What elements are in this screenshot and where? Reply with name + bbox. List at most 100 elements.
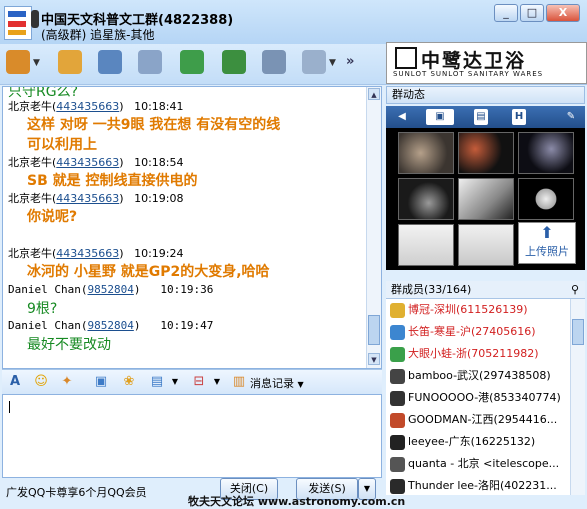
- chevron-down-icon[interactable]: ▼: [166, 373, 184, 391]
- chevron-down-icon: ▼: [297, 380, 304, 389]
- magic-face-icon[interactable]: ✦: [58, 373, 76, 391]
- sender-name: 北京老牛: [8, 156, 52, 169]
- more-icon[interactable]: »: [346, 54, 354, 69]
- member-name: bamboo-武汉(297438508): [408, 369, 551, 382]
- mail-icon[interactable]: [180, 50, 204, 74]
- sender-qq-link[interactable]: 443435663: [56, 192, 119, 205]
- message-header: 北京老牛(443435663) 10:18:54: [8, 156, 184, 169]
- member-avatar: [390, 346, 405, 362]
- member-item[interactable]: FUNOOOOO-港(853340774): [390, 387, 570, 409]
- member-item[interactable]: leeyee-广东(16225132): [390, 431, 570, 453]
- photo-thumbnail[interactable]: [518, 132, 574, 174]
- message-header: 北京老牛(443435663) 10:19:08: [8, 192, 184, 205]
- history-icon[interactable]: ▥: [230, 373, 248, 391]
- message-text: 可以利用上: [27, 137, 97, 153]
- chat-history[interactable]: 只守RG么? 北京老牛(443435663) 10:18:41 这样 对呀 一共…: [2, 86, 382, 369]
- folder-icon[interactable]: [58, 50, 82, 74]
- message-history-button[interactable]: 消息记录 ▼: [250, 375, 304, 391]
- settings-wrench-icon[interactable]: ✎: [564, 109, 578, 125]
- message-text: 最好不要改动: [27, 337, 111, 353]
- member-item[interactable]: 博冠-深圳(611526139): [390, 299, 570, 321]
- message-header: Daniel Chan(9852804) 10:19:47: [8, 319, 214, 332]
- member-item[interactable]: 大眼小蛙-浙(705211982): [390, 343, 570, 365]
- window-subtitle: (高级群) 追星族-其他: [41, 28, 155, 42]
- banner-brand-cn: 中鹭达卫浴: [421, 50, 527, 72]
- member-avatar: [390, 412, 405, 428]
- member-name: leeyee-广东(16225132): [408, 435, 536, 448]
- photo-thumbnail[interactable]: [518, 178, 574, 220]
- scroll-up-icon[interactable]: ▲: [368, 88, 380, 100]
- chevron-down-icon[interactable]: ▼: [208, 373, 226, 391]
- sender-name: 北京老牛: [8, 192, 52, 205]
- image-icon[interactable]: ▣: [92, 373, 110, 391]
- member-name: quanta - 北京 <itelescope...: [408, 457, 560, 470]
- photo-thumbnail[interactable]: [398, 132, 454, 174]
- member-name: FUNOOOOO-港(853340774): [408, 391, 561, 404]
- sender-qq-link[interactable]: 443435663: [56, 100, 119, 113]
- member-item[interactable]: Thunder lee-洛阳(402231...: [390, 475, 570, 495]
- sender-qq-link[interactable]: 443435663: [56, 247, 119, 260]
- photo-thumbnail[interactable]: [458, 132, 514, 174]
- banner-brand-en: SUNLOT SUNLOT SANITARY WARES: [393, 70, 544, 78]
- banner-ad[interactable]: 中鹭达卫浴 SUNLOT SUNLOT SANITARY WARES: [386, 42, 587, 84]
- scroll-thumb[interactable]: [368, 315, 380, 345]
- search-icon[interactable]: ⚲: [571, 281, 579, 299]
- font-icon[interactable]: A: [6, 373, 24, 391]
- group-status-header: 群动态: [386, 86, 585, 104]
- settings-icon[interactable]: ⊟: [190, 373, 208, 391]
- add-icon[interactable]: [222, 50, 246, 74]
- promo-link[interactable]: 广发QQ卡尊享6个月QQ会员: [6, 484, 147, 500]
- gift-icon[interactable]: ❀: [120, 373, 138, 391]
- photo-thumbnail[interactable]: [398, 224, 454, 266]
- sender-qq-link[interactable]: 443435663: [56, 156, 119, 169]
- chat-scrollbar[interactable]: ▲ ▼: [366, 87, 381, 368]
- member-avatar: [390, 478, 405, 494]
- message-text: 冰河的 小星野 就是GP2的大变身,哈哈: [27, 264, 270, 280]
- sender-name: Daniel Chan: [8, 319, 81, 332]
- sender-qq-link[interactable]: 9852804: [87, 283, 133, 296]
- member-item[interactable]: GOODMAN-江西(2954416...: [390, 409, 570, 431]
- chevron-down-icon[interactable]: ▼: [329, 58, 336, 68]
- album-tab-icon[interactable]: ▣: [426, 109, 454, 125]
- member-name: GOODMAN-江西(2954416...: [408, 413, 558, 426]
- message-time: 10:18:54: [134, 156, 184, 169]
- sender-name: Daniel Chan: [8, 283, 81, 296]
- upload-photo-label: 上传照片: [525, 245, 569, 258]
- card-icon[interactable]: [138, 50, 162, 74]
- chevron-down-icon[interactable]: ▼: [33, 58, 40, 68]
- help-tab-icon[interactable]: H: [512, 109, 526, 125]
- message-text: SB 就是 控制线直接供电的: [27, 173, 198, 189]
- scroll-thumb[interactable]: [572, 319, 584, 345]
- tools-icon[interactable]: [262, 50, 286, 74]
- member-item[interactable]: 长笛-寒星-沪(27405616): [390, 321, 570, 343]
- member-avatar: [390, 456, 405, 472]
- screenshot-icon[interactable]: ▤: [148, 373, 166, 391]
- sender-qq-link[interactable]: 9852804: [87, 319, 133, 332]
- smiley-icon[interactable]: ☺: [32, 373, 50, 391]
- members-header: 群成员(33/164) ⚲: [386, 281, 585, 299]
- close-window-button[interactable]: X: [546, 4, 580, 22]
- message-time: 10:19:47: [160, 319, 214, 332]
- document-icon[interactable]: [98, 50, 122, 74]
- prev-icon[interactable]: ◀: [396, 109, 408, 125]
- member-item[interactable]: quanta - 北京 <itelescope...: [390, 453, 570, 475]
- home-icon[interactable]: [6, 50, 30, 74]
- minimize-button[interactable]: _: [494, 4, 518, 22]
- member-item[interactable]: bamboo-武汉(297438508): [390, 365, 570, 387]
- title-bar: 中国天文科普文工群(4822388) (高级群) 追星族-其他 _ □ X: [0, 0, 587, 44]
- message-text: 9根?: [27, 301, 58, 317]
- maximize-button[interactable]: □: [520, 4, 544, 22]
- photo-thumbnail[interactable]: [458, 178, 514, 220]
- brand-logo-icon: [395, 47, 417, 69]
- text-cursor: [9, 401, 10, 413]
- share-tab-icon[interactable]: ▤: [474, 109, 488, 125]
- photo-thumbnail[interactable]: [398, 178, 454, 220]
- upload-photo-button[interactable]: ⬆ 上传照片: [518, 222, 576, 264]
- message-input[interactable]: [2, 394, 382, 478]
- camera-icon: [31, 10, 39, 28]
- members-scrollbar[interactable]: [570, 299, 585, 495]
- gear-icon[interactable]: [302, 50, 326, 74]
- photo-thumbnail[interactable]: [458, 224, 514, 266]
- scroll-down-icon[interactable]: ▼: [368, 353, 380, 365]
- message-text: 你说呢?: [27, 209, 78, 225]
